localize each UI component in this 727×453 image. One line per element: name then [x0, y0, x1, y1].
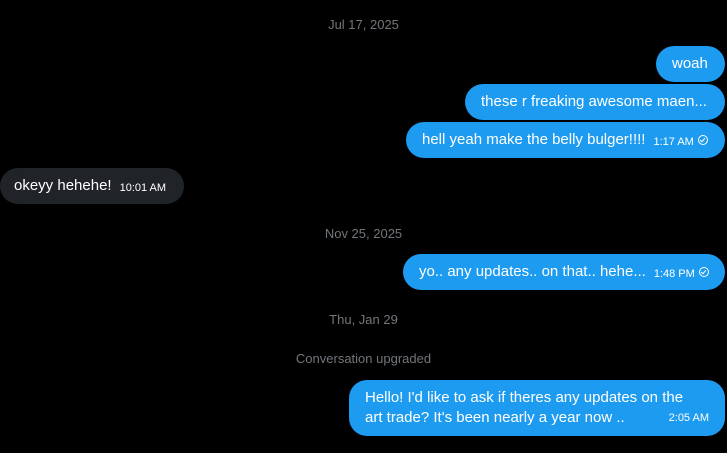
- message-timestamp: 10:01 AM: [119, 182, 167, 194]
- message-bubble-sent[interactable]: woah: [656, 46, 725, 82]
- date-separator: Nov 25, 2025: [324, 226, 403, 241]
- message-bubble-received[interactable]: okeyy hehehe! 10:01 AM: [0, 168, 184, 204]
- message-text: hell yeah make the belly bulger!!!!: [422, 131, 646, 148]
- sent-check-icon: [697, 135, 708, 145]
- message-bubble-sent[interactable]: hell yeah make the belly bulger!!!! 1:17 …: [406, 122, 725, 158]
- message-timestamp: 2:05 AM: [668, 412, 709, 424]
- message-bubble-sent[interactable]: these r freaking awesome maen...: [465, 84, 725, 120]
- sent-check-icon: [698, 267, 709, 277]
- system-notice: Conversation upgraded: [295, 351, 432, 366]
- message-timestamp: 1:17 AM: [653, 136, 694, 148]
- message-bubble-sent[interactable]: yo.. any updates.. on that.. hehe... 1:48…: [403, 254, 725, 290]
- message-text: woah: [672, 55, 708, 72]
- message-bubble-sent[interactable]: Hello! I'd like to ask if theres any upd…: [349, 380, 725, 436]
- message-text: these r freaking awesome maen...: [481, 93, 707, 110]
- date-separator: Thu, Jan 29: [329, 312, 398, 327]
- message-timestamp: 1:48 PM: [653, 268, 695, 280]
- conversation-thread[interactable]: Jul 17, 2025 woah these r freaking aweso…: [0, 0, 727, 453]
- message-text-line: art trade? It's been nearly a year now .…: [365, 409, 625, 426]
- message-text: okeyy hehehe!: [14, 177, 112, 194]
- message-text: yo.. any updates.. on that.. hehe...: [419, 263, 646, 280]
- date-separator: Jul 17, 2025: [328, 17, 399, 32]
- message-text-line: Hello! I'd like to ask if theres any upd…: [365, 389, 684, 406]
